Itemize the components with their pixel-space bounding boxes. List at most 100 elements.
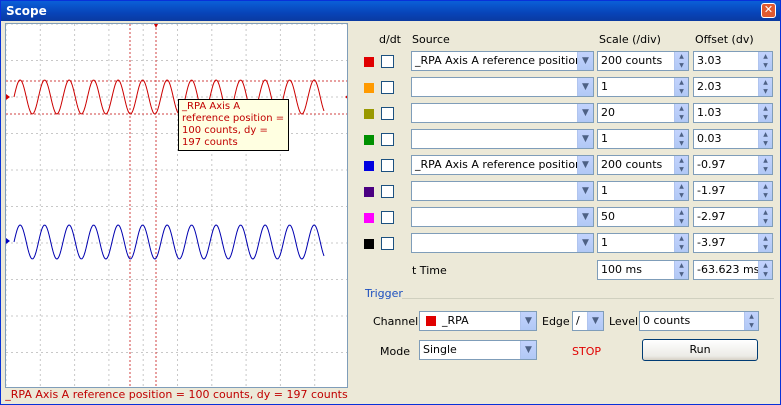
chevron-down-icon[interactable]: ▼ <box>577 52 593 70</box>
trigger-channel-swatch <box>426 316 436 326</box>
source-value: _RPA Axis A reference position <box>415 54 583 67</box>
close-button[interactable]: ✕ <box>761 3 776 18</box>
scale-spinner[interactable]: ▲ ▼ <box>674 156 688 174</box>
source-select[interactable]: ▼ <box>411 233 594 253</box>
offset-field[interactable]: -3.97 ▲ ▼ <box>693 233 773 253</box>
offset-spinner[interactable]: ▲ ▼ <box>758 78 772 96</box>
scale-field[interactable]: 200 counts ▲ ▼ <box>597 51 689 71</box>
grid <box>6 24 347 387</box>
header-ddt: d/dt <box>379 33 401 46</box>
offset-field[interactable]: 2.03 ▲ ▼ <box>693 77 773 97</box>
trigger-time-marker <box>154 24 158 28</box>
source-select[interactable]: ▼ <box>411 77 594 97</box>
scale-spinner[interactable]: ▲ ▼ <box>674 52 688 70</box>
ddt-checkbox[interactable] <box>381 159 394 172</box>
scale-value: 1 <box>601 184 608 197</box>
chevron-down-icon[interactable]: ▼ <box>577 156 593 174</box>
scope-display[interactable] <box>5 23 348 388</box>
scale-field[interactable]: 1 ▲ ▼ <box>597 181 689 201</box>
source-select[interactable]: ▼ <box>411 207 594 227</box>
scope-plot <box>6 24 347 387</box>
offset-spinner[interactable]: ▲ ▼ <box>758 130 772 148</box>
ddt-checkbox[interactable] <box>381 107 394 120</box>
offset-spinner[interactable]: ▲ ▼ <box>758 234 772 252</box>
scale-spinner[interactable]: ▲ ▼ <box>674 208 688 226</box>
time-scale-value: 100 ms <box>601 263 642 276</box>
source-select[interactable]: ▼ <box>411 181 594 201</box>
scale-field[interactable]: 1 ▲ ▼ <box>597 129 689 149</box>
red-trigger-level-marker <box>345 95 347 99</box>
scale-field[interactable]: 20 ▲ ▼ <box>597 103 689 123</box>
chevron-down-icon[interactable]: ▼ <box>577 208 593 226</box>
trigger-level-spinner[interactable]: ▲ ▼ <box>744 312 758 330</box>
offset-field[interactable]: 1.03 ▲ ▼ <box>693 103 773 123</box>
trigger-mode-select[interactable]: Single ▼ <box>419 340 537 360</box>
trigger-channel-select[interactable]: _RPA ▼ <box>419 311 537 331</box>
trigger-edge-value: / <box>576 314 580 327</box>
time-scale-field[interactable]: 100 ms ▲ ▼ <box>597 260 689 280</box>
time-label: t Time <box>412 264 447 277</box>
scale-field[interactable]: 50 ▲ ▼ <box>597 207 689 227</box>
chevron-down-icon[interactable]: ▼ <box>587 312 603 330</box>
offset-spinner[interactable]: ▲ ▼ <box>758 182 772 200</box>
trigger-divider <box>402 298 774 299</box>
scale-field[interactable]: 1 ▲ ▼ <box>597 77 689 97</box>
chevron-down-icon[interactable]: ▼ <box>577 234 593 252</box>
ddt-checkbox[interactable] <box>381 237 394 250</box>
scale-value: 200 counts <box>601 158 663 171</box>
chevron-down-icon[interactable]: ▼ <box>577 130 593 148</box>
offset-field[interactable]: 3.03 ▲ ▼ <box>693 51 773 71</box>
offset-field[interactable]: -0.97 ▲ ▼ <box>693 155 773 175</box>
trigger-state-indicator: STOP <box>572 345 601 358</box>
offset-spinner[interactable]: ▲ ▼ <box>758 208 772 226</box>
trigger-edge-select[interactable]: / ▼ <box>572 311 604 331</box>
scale-value: 1 <box>601 236 608 249</box>
offset-value: 1.03 <box>697 106 722 119</box>
offset-spinner[interactable]: ▲ ▼ <box>758 156 772 174</box>
ddt-checkbox[interactable] <box>381 133 394 146</box>
scale-value: 1 <box>601 132 608 145</box>
time-offset-spinner[interactable]: ▲ ▼ <box>758 261 772 279</box>
chevron-down-icon[interactable]: ▼ <box>577 104 593 122</box>
source-select[interactable]: ▼ <box>411 129 594 149</box>
scale-spinner[interactable]: ▲ ▼ <box>674 182 688 200</box>
offset-field[interactable]: -1.97 ▲ ▼ <box>693 181 773 201</box>
scale-field[interactable]: 1 ▲ ▼ <box>597 233 689 253</box>
offset-spinner[interactable]: ▲ ▼ <box>758 52 772 70</box>
scale-field[interactable]: 200 counts ▲ ▼ <box>597 155 689 175</box>
trigger-level-field[interactable]: 0 counts ▲ ▼ <box>639 311 759 331</box>
scale-spinner[interactable]: ▲ ▼ <box>674 78 688 96</box>
source-select[interactable]: _RPA Axis A reference position ▼ <box>411 51 594 71</box>
offset-field[interactable]: 0.03 ▲ ▼ <box>693 129 773 149</box>
ddt-checkbox[interactable] <box>381 55 394 68</box>
ddt-checkbox[interactable] <box>381 81 394 94</box>
ddt-checkbox[interactable] <box>381 185 394 198</box>
offset-field[interactable]: -2.97 ▲ ▼ <box>693 207 773 227</box>
time-scale-spinner[interactable]: ▲ ▼ <box>674 261 688 279</box>
scale-spinner[interactable]: ▲ ▼ <box>674 104 688 122</box>
chevron-down-icon[interactable]: ▼ <box>577 78 593 96</box>
offset-value: -0.97 <box>697 158 726 171</box>
chevron-down-icon[interactable]: ▼ <box>577 182 593 200</box>
scale-spinner[interactable]: ▲ ▼ <box>674 234 688 252</box>
time-offset-field[interactable]: -63.623 ms ▲ ▼ <box>693 260 773 280</box>
source-select[interactable]: _RPA Axis A reference position ▼ <box>411 155 594 175</box>
trigger-group-title: Trigger <box>365 287 403 300</box>
scale-spinner[interactable]: ▲ ▼ <box>674 130 688 148</box>
trigger-channel-label: Channel <box>373 315 419 328</box>
trigger-level-label: Level <box>609 315 639 328</box>
offset-spinner[interactable]: ▲ ▼ <box>758 104 772 122</box>
header-source: Source <box>412 33 450 46</box>
source-select[interactable]: ▼ <box>411 103 594 123</box>
ddt-checkbox[interactable] <box>381 211 394 224</box>
window-title: Scope <box>6 4 47 18</box>
red-offset-marker <box>6 94 10 100</box>
chevron-down-icon[interactable]: ▼ <box>520 312 536 330</box>
header-scale: Scale (/div) <box>599 33 661 46</box>
offset-value: 2.03 <box>697 80 722 93</box>
run-button[interactable]: Run <box>642 339 758 361</box>
trace-blue <box>13 224 325 260</box>
chevron-down-icon[interactable]: ▼ <box>520 341 536 359</box>
channel-color-swatch <box>364 239 374 249</box>
trigger-channel-value: _RPA <box>442 314 469 327</box>
